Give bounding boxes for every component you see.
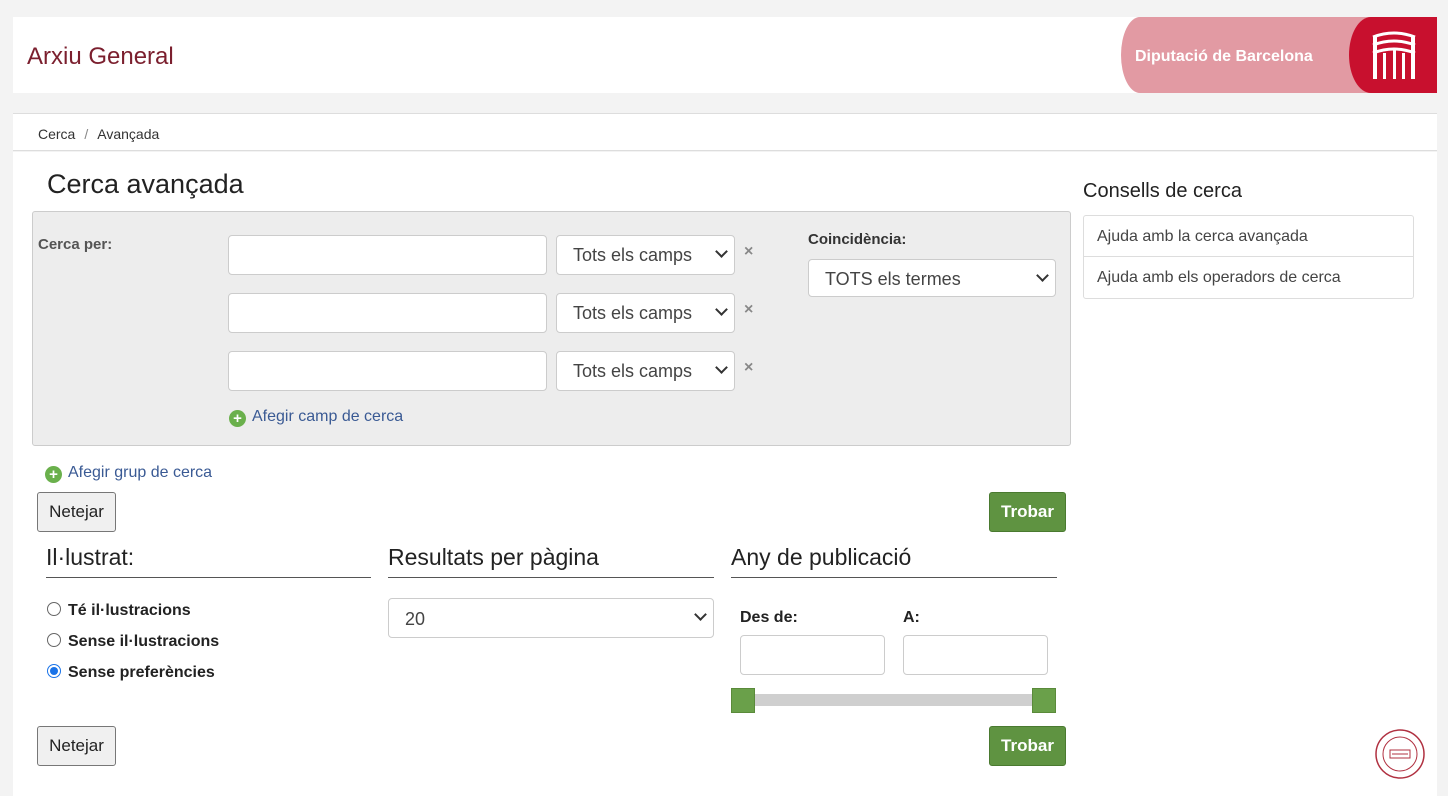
- illustrated-option-has-label: Té il·lustracions: [68, 602, 191, 619]
- find-button-top[interactable]: Trobar: [989, 492, 1066, 532]
- year-slider-min-handle[interactable]: [731, 688, 755, 713]
- add-search-group-link[interactable]: + Afegir grup de cerca: [45, 464, 212, 483]
- search-term-input-2[interactable]: [228, 293, 547, 333]
- chevron-down-icon: [715, 245, 728, 258]
- add-search-field-label: Afegir camp de cerca: [252, 408, 404, 425]
- add-circle-icon: +: [229, 410, 246, 427]
- results-per-page-title: Resultats per pàgina: [388, 544, 714, 578]
- chevron-down-icon: [1036, 269, 1049, 282]
- site-header: Arxiu General Diputació de Barcelona: [13, 17, 1437, 93]
- radio-button-selected[interactable]: [47, 664, 61, 678]
- radio-button[interactable]: [47, 633, 61, 647]
- match-label: Coincidència:: [808, 231, 907, 248]
- breadcrumb-bar: Cerca / Avançada: [13, 113, 1437, 151]
- publication-year-title: Any de publicació: [731, 544, 1057, 578]
- search-field-select-3[interactable]: Tots els camps: [556, 351, 735, 391]
- find-button-bottom[interactable]: Trobar: [989, 726, 1066, 766]
- radio-button[interactable]: [47, 602, 61, 616]
- search-tips-list: Ajuda amb la cerca avançada Ajuda amb el…: [1083, 215, 1414, 299]
- match-select[interactable]: TOTS els termes: [808, 259, 1056, 297]
- search-tips-title: Consells de cerca: [1083, 180, 1242, 202]
- help-search-operators-link[interactable]: Ajuda amb els operadors de cerca: [1084, 257, 1413, 298]
- arxiu-seal-logo-icon: [1375, 729, 1425, 779]
- search-field-select-1[interactable]: Tots els camps: [556, 235, 735, 275]
- search-field-select-2[interactable]: Tots els camps: [556, 293, 735, 333]
- remove-row-2-close-icon[interactable]: ×: [744, 301, 753, 319]
- year-to-label: A:: [903, 609, 920, 626]
- chevron-down-icon: [694, 608, 707, 621]
- year-to-input[interactable]: [903, 635, 1048, 675]
- year-from-label: Des de:: [740, 609, 798, 626]
- illustrated-option-no-preference[interactable]: Sense preferències: [47, 664, 215, 682]
- search-term-input-3[interactable]: [228, 351, 547, 391]
- illustrated-option-without[interactable]: Sense il·lustracions: [47, 633, 219, 651]
- illustrated-option-has[interactable]: Té il·lustracions: [47, 602, 191, 620]
- illustrated-facet-title: Il·lustrat:: [46, 544, 371, 578]
- year-from-input[interactable]: [740, 635, 885, 675]
- illustrated-option-without-label: Sense il·lustracions: [68, 633, 220, 650]
- page-title: Cerca avançada: [47, 169, 244, 199]
- remove-row-1-close-icon[interactable]: ×: [744, 243, 753, 261]
- illustrated-option-no-preference-label: Sense preferències: [68, 664, 215, 681]
- brand-name: Diputació de Barcelona: [1135, 48, 1313, 65]
- remove-row-3-close-icon[interactable]: ×: [744, 359, 753, 377]
- brand-banner[interactable]: Diputació de Barcelona: [1121, 17, 1437, 93]
- add-search-field-link[interactable]: + Afegir camp de cerca: [229, 408, 403, 427]
- breadcrumb: Cerca / Avançada: [38, 126, 159, 142]
- clear-button-bottom[interactable]: Netejar: [37, 726, 116, 766]
- clear-button-top[interactable]: Netejar: [37, 492, 116, 532]
- breadcrumb-item-cerca[interactable]: Cerca: [38, 126, 75, 142]
- search-field-select-3-value: Tots els camps: [573, 361, 693, 381]
- add-circle-icon: +: [45, 466, 62, 483]
- match-select-value: TOTS els termes: [825, 269, 961, 289]
- help-advanced-search-link[interactable]: Ajuda amb la cerca avançada: [1084, 216, 1413, 257]
- search-group: Cerca per: Tots els camps × Tots els cam…: [32, 211, 1071, 446]
- chevron-down-icon: [715, 303, 728, 316]
- results-per-page-value: 20: [405, 609, 426, 629]
- search-by-label: Cerca per:: [38, 236, 113, 253]
- breadcrumb-item-avancada: Avançada: [97, 126, 160, 142]
- search-term-input-1[interactable]: [228, 235, 547, 275]
- diputacio-logo-icon: [1372, 31, 1416, 79]
- search-field-select-2-value: Tots els camps: [573, 303, 693, 323]
- app-title[interactable]: Arxiu General: [27, 43, 174, 71]
- year-slider-max-handle[interactable]: [1032, 688, 1056, 713]
- results-per-page-select[interactable]: 20: [388, 598, 714, 638]
- breadcrumb-separator: /: [84, 126, 89, 142]
- brand-logo: [1349, 17, 1437, 93]
- main-content: Cerca avançada Cerca per: Tots els camps…: [13, 152, 1437, 796]
- search-field-select-1-value: Tots els camps: [573, 245, 693, 265]
- add-search-group-label: Afegir grup de cerca: [68, 464, 213, 481]
- year-range-slider[interactable]: [743, 694, 1039, 706]
- chevron-down-icon: [715, 361, 728, 374]
